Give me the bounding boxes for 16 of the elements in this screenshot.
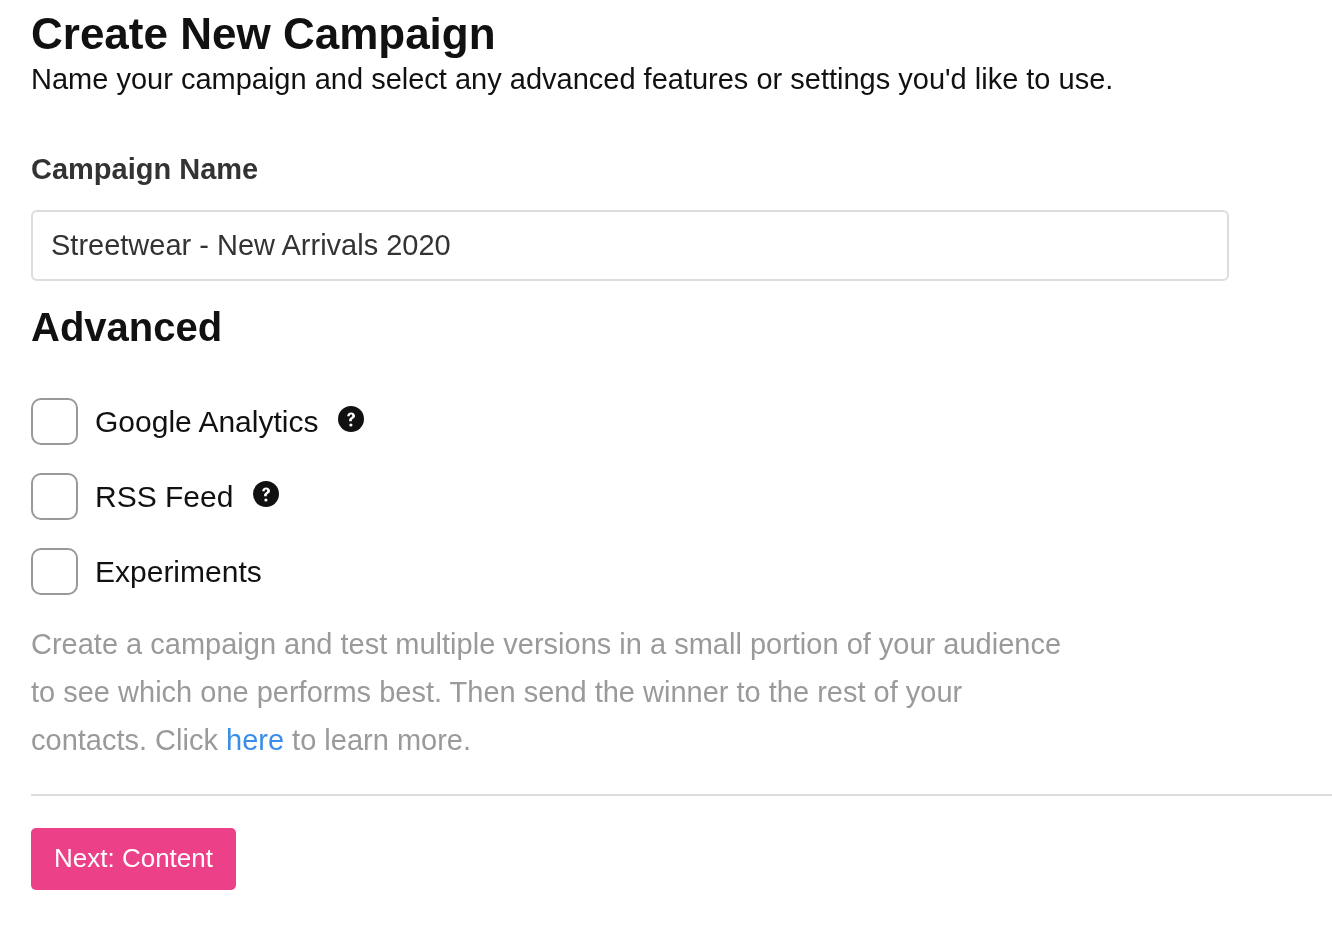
page-title: Create New Campaign [31,8,497,60]
section-heading: Advanced [31,304,224,351]
checkbox[interactable] [31,473,78,521]
help-icon[interactable] [253,481,280,507]
page-subtitle: Name your campaign and select any advanced features or settings you'd like to use. [31,61,1115,97]
description-text: Create a campaign and test multiple versions in a small portion of your audience to see which one performs best. Then send the winner to the rest of your contacts. Click here to learn more. [31,627,1063,758]
checkbox-label: Experiments [95,554,262,591]
help-icon[interactable] [338,406,365,432]
checkbox-label: Google Analytics [95,404,319,441]
checkbox[interactable] [31,398,78,446]
checkbox-label: RSS Feed [95,479,234,516]
learn-more-link[interactable]: here [226,724,285,756]
field-label: Campaign Name [31,152,260,188]
next-button[interactable]: Next: Content [31,828,236,890]
checkbox[interactable] [31,548,78,596]
campaign-name-field[interactable]: Streetwear - New Arrivals 2020 [31,210,1229,281]
